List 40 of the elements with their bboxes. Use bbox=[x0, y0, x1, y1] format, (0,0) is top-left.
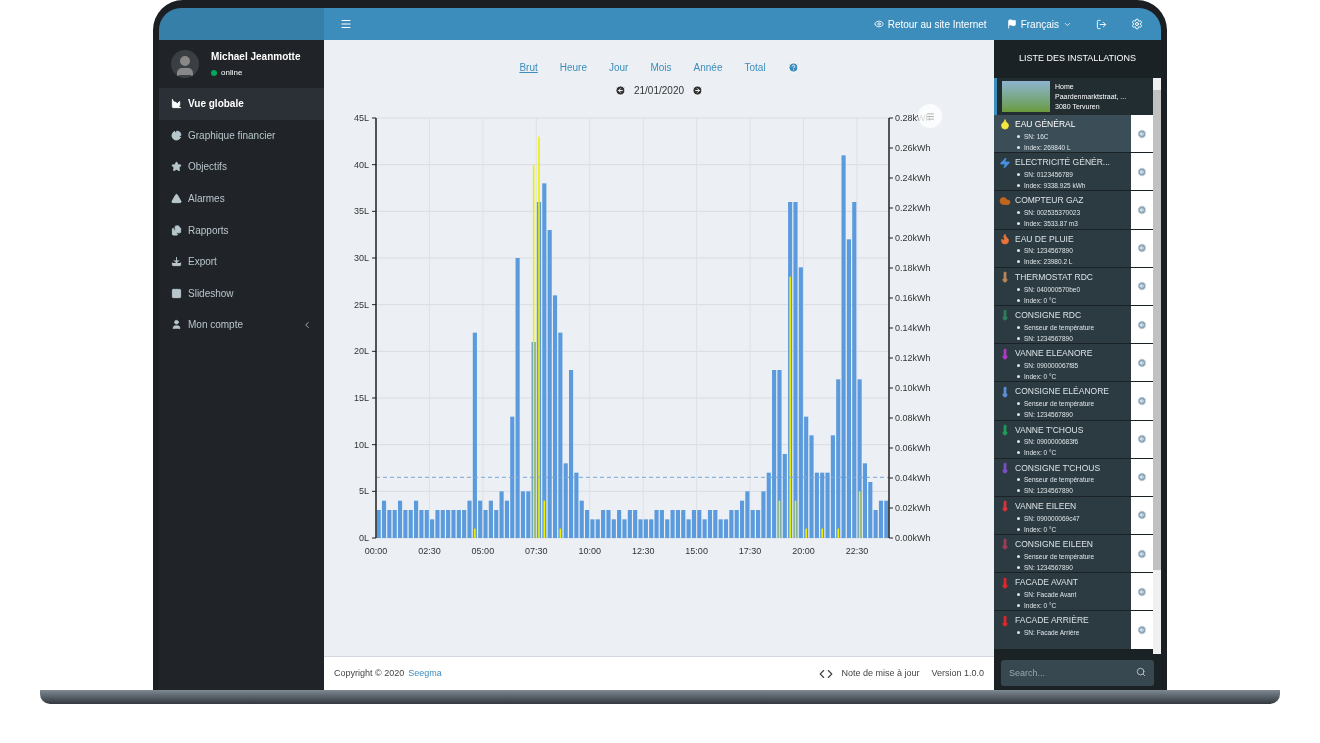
axis-label: 40L bbox=[353, 159, 369, 170]
axis-label: 0.18kWh bbox=[895, 263, 931, 273]
axis-label: 00:00 bbox=[364, 546, 388, 556]
axis-label: 0.20kWh bbox=[895, 233, 931, 243]
axis-label: 17:30 bbox=[738, 546, 762, 556]
axis-label: 0.02kWh bbox=[895, 503, 931, 513]
axis-label: 0.12kWh bbox=[895, 353, 931, 363]
axis-label: 0.04kWh bbox=[895, 473, 931, 483]
version-text: Version 1.0.0 bbox=[931, 666, 984, 680]
date-label: 21/01/2020 bbox=[633, 84, 685, 98]
axis-label: 20:00 bbox=[792, 546, 815, 556]
axis-label: 12:30 bbox=[631, 546, 655, 556]
axis-label: 0.26kWh bbox=[895, 143, 931, 153]
axis-label: 10L bbox=[353, 439, 369, 450]
user-name: Michael Jeanmotte bbox=[211, 50, 301, 64]
axis-label: 20L bbox=[353, 346, 369, 357]
axis-label: 0.08kWh bbox=[895, 413, 931, 423]
axis-label: 0.24kWh bbox=[895, 173, 931, 183]
axis-label: 35L bbox=[353, 206, 369, 217]
axis-label: 30L bbox=[353, 253, 369, 263]
axis-label: 0.16kWh bbox=[895, 293, 931, 303]
axis-label: 0.10kWh bbox=[895, 383, 931, 393]
axis-label: 0.06kWh bbox=[895, 443, 931, 453]
axis-label: 15L bbox=[353, 393, 369, 403]
axis-label: 45L bbox=[353, 113, 369, 123]
axis-label: 0.14kWh bbox=[895, 323, 931, 333]
user-status: online bbox=[221, 67, 243, 79]
axis-label: 0L bbox=[359, 533, 369, 543]
axis-label: 02:30 bbox=[418, 546, 441, 556]
axis-label: 05:00 bbox=[471, 546, 495, 556]
copyright-text: Copyright © 2020 bbox=[334, 666, 405, 680]
axis-label: 07:30 bbox=[525, 546, 548, 556]
axis-label: 25L bbox=[353, 299, 369, 310]
axis-label: 5L bbox=[359, 486, 369, 497]
axis-label: 0.00kWh bbox=[895, 533, 931, 543]
panel-title: LISTE DES INSTALLATIONS bbox=[1017, 52, 1138, 66]
axis-label: 0.22kWh bbox=[895, 203, 931, 213]
axis-label: 10:00 bbox=[578, 546, 601, 556]
axis-label: 15:00 bbox=[685, 546, 708, 556]
axis-label: 22:30 bbox=[845, 546, 869, 556]
